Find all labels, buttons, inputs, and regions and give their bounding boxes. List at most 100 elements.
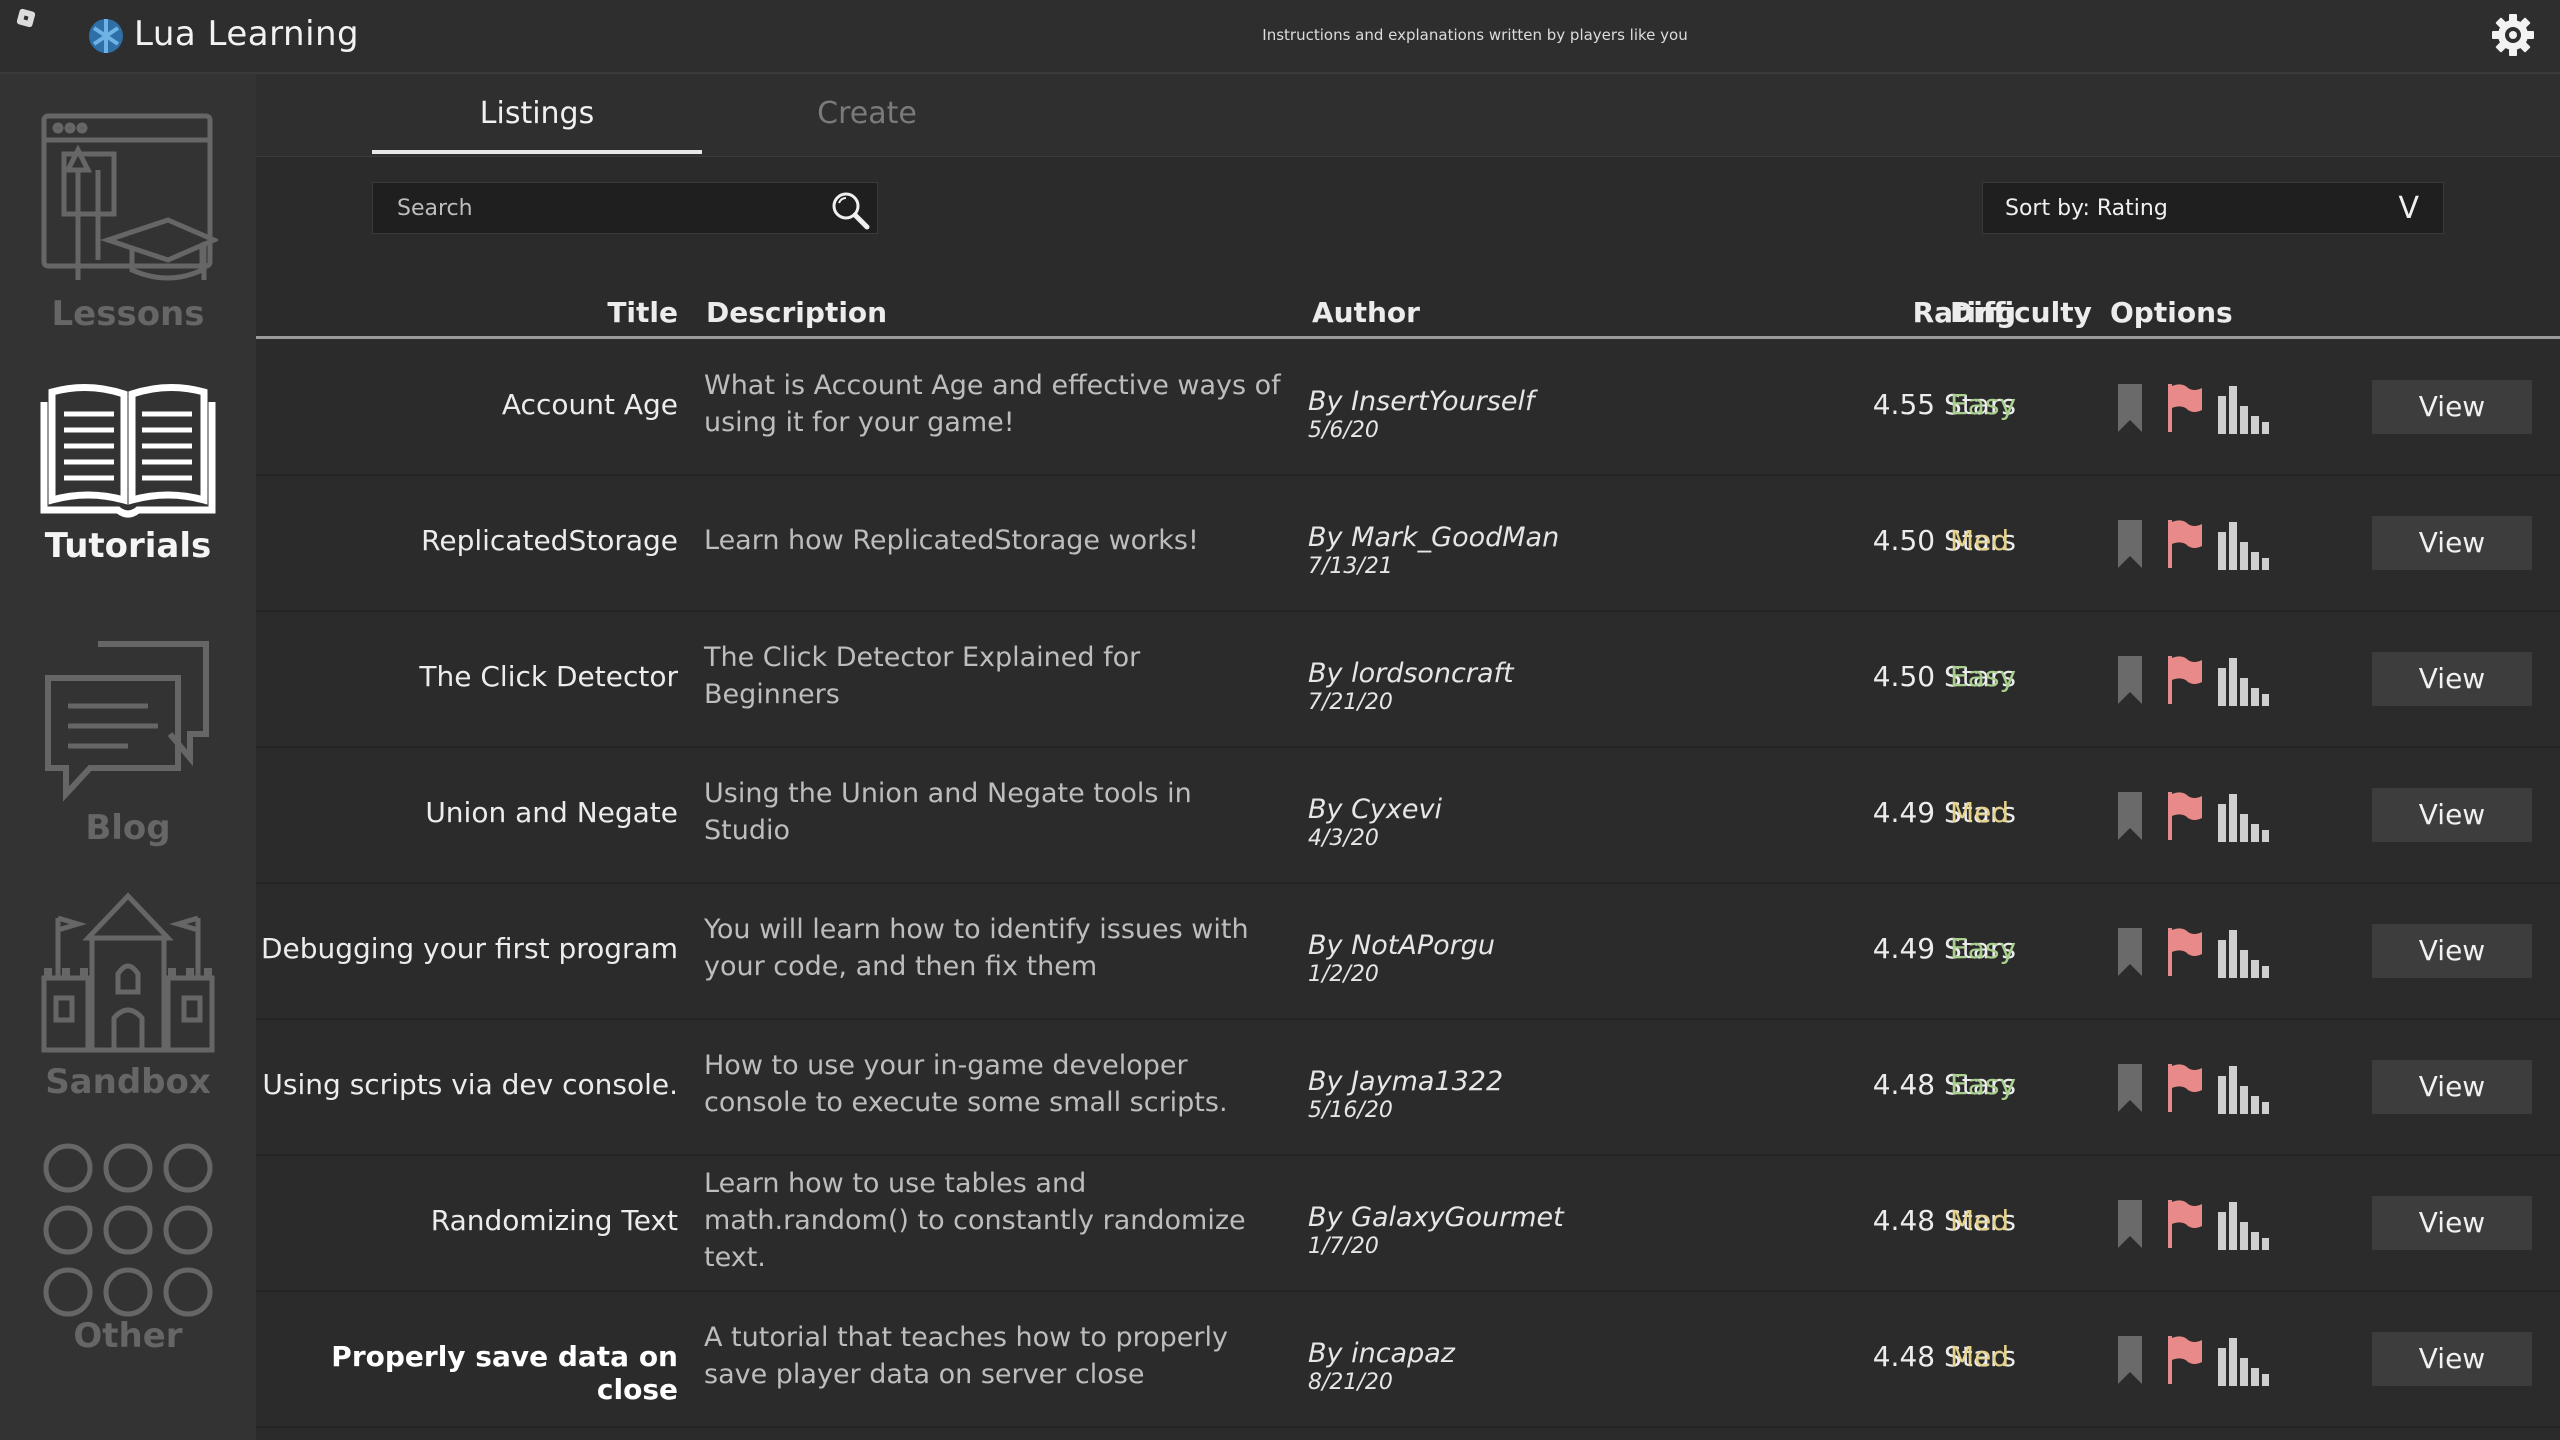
- tutorial-description: How to use your in-game developer consol…: [704, 1050, 1228, 1118]
- tutorial-author: By Jayma1322: [1308, 1066, 1504, 1097]
- tutorial-difficulty: Easy: [1950, 932, 2017, 965]
- bookmark-icon[interactable]: [2110, 380, 2150, 436]
- stats-chart-icon[interactable]: [2216, 788, 2270, 844]
- header-description: Description: [706, 296, 888, 329]
- view-button[interactable]: View: [2372, 516, 2532, 570]
- flag-icon[interactable]: [2164, 1060, 2204, 1116]
- tutorial-author: By GalaxyGourmet: [1308, 1202, 1564, 1233]
- sort-dropdown[interactable]: Sort by: Rating V: [1982, 182, 2444, 234]
- tutorial-title: ReplicatedStorage: [421, 524, 678, 557]
- search-icon[interactable]: [829, 189, 871, 231]
- tutorial-author: By lordsoncraft: [1308, 658, 1514, 689]
- tutorial-author: By Mark_GoodMan: [1308, 522, 1560, 553]
- tutorial-description: A tutorial that teaches how to properly …: [704, 1322, 1228, 1390]
- stats-chart-icon[interactable]: [2216, 1060, 2270, 1116]
- bookmark-icon[interactable]: [2110, 924, 2150, 980]
- tagline: Instructions and explanations written by…: [1262, 26, 1688, 44]
- view-button[interactable]: View: [2372, 652, 2532, 706]
- tutorial-date: 5/16/20: [1308, 1098, 1393, 1123]
- tab-create[interactable]: Create: [702, 96, 1032, 131]
- tutorial-date: 7/21/20: [1308, 690, 1393, 715]
- stats-chart-icon[interactable]: [2216, 516, 2270, 572]
- search-input[interactable]: [373, 183, 813, 233]
- chat-bubbles-icon: [45, 641, 209, 802]
- sidebar-label-blog: Blog: [85, 808, 171, 848]
- top-bar: Lua Learning Instructions and explanatio…: [0, 0, 2560, 74]
- tutorial-title: Account Age: [501, 388, 678, 421]
- sidebar-label-tutorials: Tutorials: [44, 526, 212, 566]
- table-row: Debugging your first program You will le…: [256, 884, 2560, 1020]
- main-panel: Listings Create Sort by: Rating V Title …: [256, 74, 2560, 1440]
- header-difficulty: Difficulty: [1950, 296, 2092, 329]
- tutorial-description: Learn how ReplicatedStorage works!: [704, 525, 1199, 556]
- table-row: The Click Detector The Click Detector Ex…: [256, 612, 2560, 748]
- flag-icon[interactable]: [2164, 380, 2204, 436]
- tutorial-title: Properly save data on close: [331, 1340, 678, 1406]
- active-tab-indicator: [372, 150, 702, 154]
- header-options: Options: [2110, 296, 2233, 329]
- tab-listings[interactable]: Listings: [372, 96, 702, 131]
- open-book-icon: [40, 383, 216, 518]
- tutorial-description: What is Account Age and effective ways o…: [704, 370, 1281, 438]
- bookmark-icon[interactable]: [2110, 788, 2150, 844]
- bookmark-icon[interactable]: [2110, 516, 2150, 572]
- table-row: Using scripts via dev console. How to us…: [256, 1020, 2560, 1156]
- sidebar-item-other[interactable]: Other: [0, 1138, 256, 1356]
- tutorial-title: Union and Negate: [425, 796, 678, 829]
- search-box: [372, 182, 878, 234]
- view-button[interactable]: View: [2372, 1060, 2532, 1114]
- tutorial-title: Debugging your first program: [260, 932, 678, 965]
- header-author: Author: [1312, 296, 1420, 329]
- table-row: Randomizing Text Learn how to use tables…: [256, 1156, 2560, 1292]
- header-title: Title: [607, 296, 678, 329]
- sidebar-item-sandbox[interactable]: Sandbox: [0, 888, 256, 1102]
- table-header: Title Description Author Rating Difficul…: [256, 296, 2560, 336]
- stats-chart-icon[interactable]: [2216, 380, 2270, 436]
- flag-icon[interactable]: [2164, 1332, 2204, 1388]
- tutorial-description: The Click Detector Explained for Beginne…: [704, 642, 1141, 710]
- tutorial-title: Randomizing Text: [430, 1204, 678, 1237]
- stats-chart-icon[interactable]: [2216, 652, 2270, 708]
- tutorial-date: 8/21/20: [1308, 1370, 1393, 1395]
- tutorial-difficulty: Easy: [1950, 388, 2017, 421]
- bookmark-icon[interactable]: [2110, 652, 2150, 708]
- view-button[interactable]: View: [2372, 788, 2532, 842]
- lessons-board-icon: [41, 113, 218, 281]
- bookmark-icon[interactable]: [2110, 1060, 2150, 1116]
- tutorial-difficulty: Med: [1950, 1204, 2010, 1237]
- tutorial-description: Using the Union and Negate tools in Stud…: [704, 778, 1192, 846]
- stats-chart-icon[interactable]: [2216, 1196, 2270, 1252]
- sidebar-item-lessons[interactable]: Lessons: [0, 110, 256, 334]
- tutorial-description: Learn how to use tables and math.random(…: [704, 1168, 1246, 1273]
- flag-icon[interactable]: [2164, 516, 2204, 572]
- sidebar-item-tutorials[interactable]: Tutorials: [0, 382, 256, 566]
- flag-icon[interactable]: [2164, 1196, 2204, 1252]
- sidebar-item-blog[interactable]: Blog: [0, 634, 256, 848]
- flag-icon[interactable]: [2164, 788, 2204, 844]
- tutorial-difficulty: Med: [1950, 796, 2010, 829]
- stats-chart-icon[interactable]: [2216, 924, 2270, 980]
- table-row: Account Age What is Account Age and effe…: [256, 340, 2560, 476]
- bookmark-icon[interactable]: [2110, 1196, 2150, 1252]
- sidebar-label-sandbox: Sandbox: [45, 1062, 211, 1102]
- tutorial-difficulty: Med: [1950, 524, 2010, 557]
- tutorial-author: By InsertYourself: [1308, 386, 1535, 417]
- table-row: ReplicatedStorage Learn how ReplicatedSt…: [256, 476, 2560, 612]
- tutorial-difficulty: Easy: [1950, 660, 2017, 693]
- tutorial-title: Using scripts via dev console.: [262, 1068, 678, 1101]
- bookmark-icon[interactable]: [2110, 1332, 2150, 1388]
- stats-chart-icon[interactable]: [2216, 1332, 2270, 1388]
- tutorial-author: By NotAPorgu: [1308, 930, 1496, 961]
- view-button[interactable]: View: [2372, 1196, 2532, 1250]
- sidebar: Lessons Tutorials Blog Sandbox Other: [0, 74, 256, 1440]
- gear-icon[interactable]: [2490, 12, 2536, 58]
- tutorial-date: 4/3/20: [1308, 826, 1379, 851]
- view-button[interactable]: View: [2372, 924, 2532, 978]
- flag-icon[interactable]: [2164, 924, 2204, 980]
- view-button[interactable]: View: [2372, 380, 2532, 434]
- flag-icon[interactable]: [2164, 652, 2204, 708]
- view-button[interactable]: View: [2372, 1332, 2532, 1386]
- chevron-down-icon: V: [2398, 191, 2419, 226]
- sidebar-label-other: Other: [73, 1316, 183, 1356]
- castle-icon: [41, 892, 215, 1053]
